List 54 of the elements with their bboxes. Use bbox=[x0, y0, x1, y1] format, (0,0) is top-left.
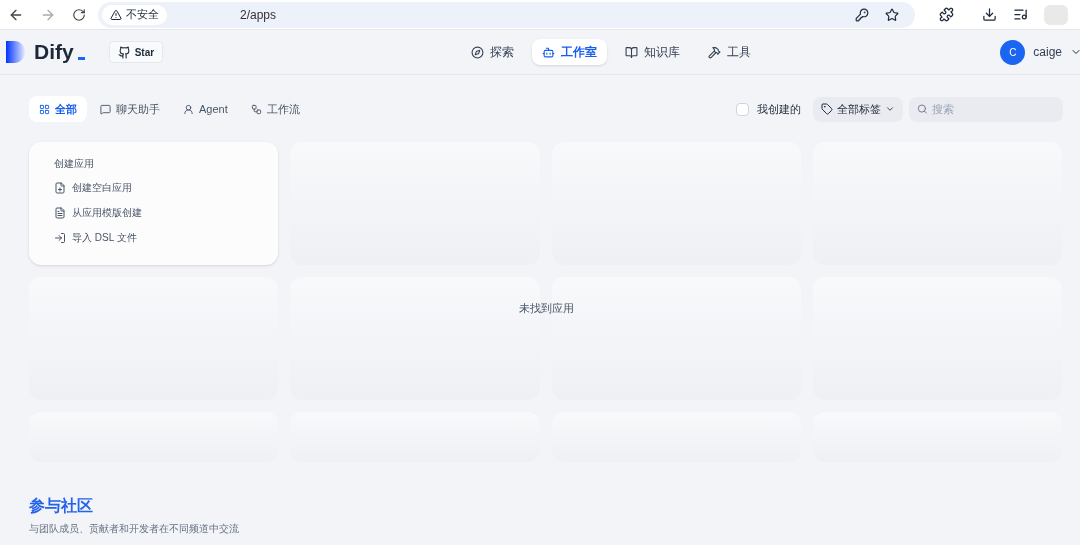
person-icon bbox=[183, 103, 194, 115]
filter-tab[interactable]: 全部 bbox=[29, 96, 87, 122]
community-subtitle: 与团队成员、贡献者和开发者在不同频道中交流 bbox=[29, 522, 240, 536]
security-label: 不安全 bbox=[126, 7, 159, 23]
import-icon bbox=[54, 231, 66, 244]
document-icon bbox=[54, 206, 66, 219]
hammer-icon bbox=[708, 45, 721, 59]
chat-icon bbox=[100, 103, 111, 115]
search-input[interactable]: 搜索 bbox=[931, 100, 1055, 118]
created-by-me-checkbox[interactable]: 我创建的 bbox=[736, 100, 801, 118]
checkbox[interactable] bbox=[736, 102, 749, 116]
create-action[interactable]: 从应用模版创建 bbox=[54, 200, 142, 225]
logo-icon bbox=[6, 41, 26, 63]
reload-icon[interactable] bbox=[72, 7, 86, 22]
grid-icon bbox=[39, 103, 50, 115]
search-icon bbox=[917, 103, 928, 115]
nav-tab[interactable]: 知识库 bbox=[615, 39, 690, 65]
media-icon[interactable] bbox=[1013, 7, 1028, 22]
workflow-icon bbox=[250, 103, 262, 115]
create-action[interactable]: 导入 DSL 文件 bbox=[54, 225, 137, 250]
checkbox-label: 我创建的 bbox=[757, 101, 801, 117]
bookmark-star-icon[interactable] bbox=[885, 7, 899, 22]
user-avatar: C bbox=[1000, 39, 1026, 65]
extensions-icon[interactable] bbox=[939, 7, 954, 22]
filter-tab[interactable]: Agent bbox=[173, 96, 238, 122]
robot-icon bbox=[542, 45, 555, 59]
create-action[interactable]: 创建空白应用 bbox=[54, 175, 132, 200]
address-bar[interactable]: 不安全 2/apps bbox=[98, 1, 915, 28]
user-name: caige bbox=[1033, 44, 1062, 61]
key-icon[interactable] bbox=[855, 7, 869, 22]
nav-tab[interactable]: 探索 bbox=[461, 39, 524, 65]
book-icon bbox=[625, 45, 638, 59]
filter-tab[interactable]: 聊天助手 bbox=[90, 96, 170, 122]
filter-tab[interactable]: 工作流 bbox=[240, 96, 310, 122]
compass-icon bbox=[471, 45, 484, 59]
security-chip[interactable]: 不安全 bbox=[102, 4, 167, 25]
user-menu[interactable]: C caige bbox=[1000, 39, 1080, 65]
github-star-button[interactable]: Star bbox=[108, 41, 164, 63]
url-text: 2/apps bbox=[240, 6, 277, 24]
github-icon bbox=[117, 45, 131, 59]
warning-icon bbox=[110, 8, 122, 21]
tag-filter-dropdown[interactable]: 全部标签 bbox=[813, 96, 903, 122]
community-title: 参与社区 bbox=[29, 496, 94, 516]
search-field[interactable]: 搜索 bbox=[909, 96, 1063, 122]
chevron-icon bbox=[885, 104, 895, 114]
file-plus-icon bbox=[54, 181, 66, 194]
download-icon[interactable] bbox=[982, 7, 997, 22]
nav-tab[interactable]: 工具 bbox=[698, 39, 761, 65]
empty-message: 未找到应用 bbox=[519, 301, 574, 316]
logo-text: Dify bbox=[34, 39, 74, 66]
tag-icon bbox=[821, 103, 833, 115]
logo-underscore bbox=[77, 56, 85, 60]
nav-tab[interactable]: 工作室 bbox=[532, 39, 607, 65]
card-title: 创建应用 bbox=[54, 157, 95, 171]
